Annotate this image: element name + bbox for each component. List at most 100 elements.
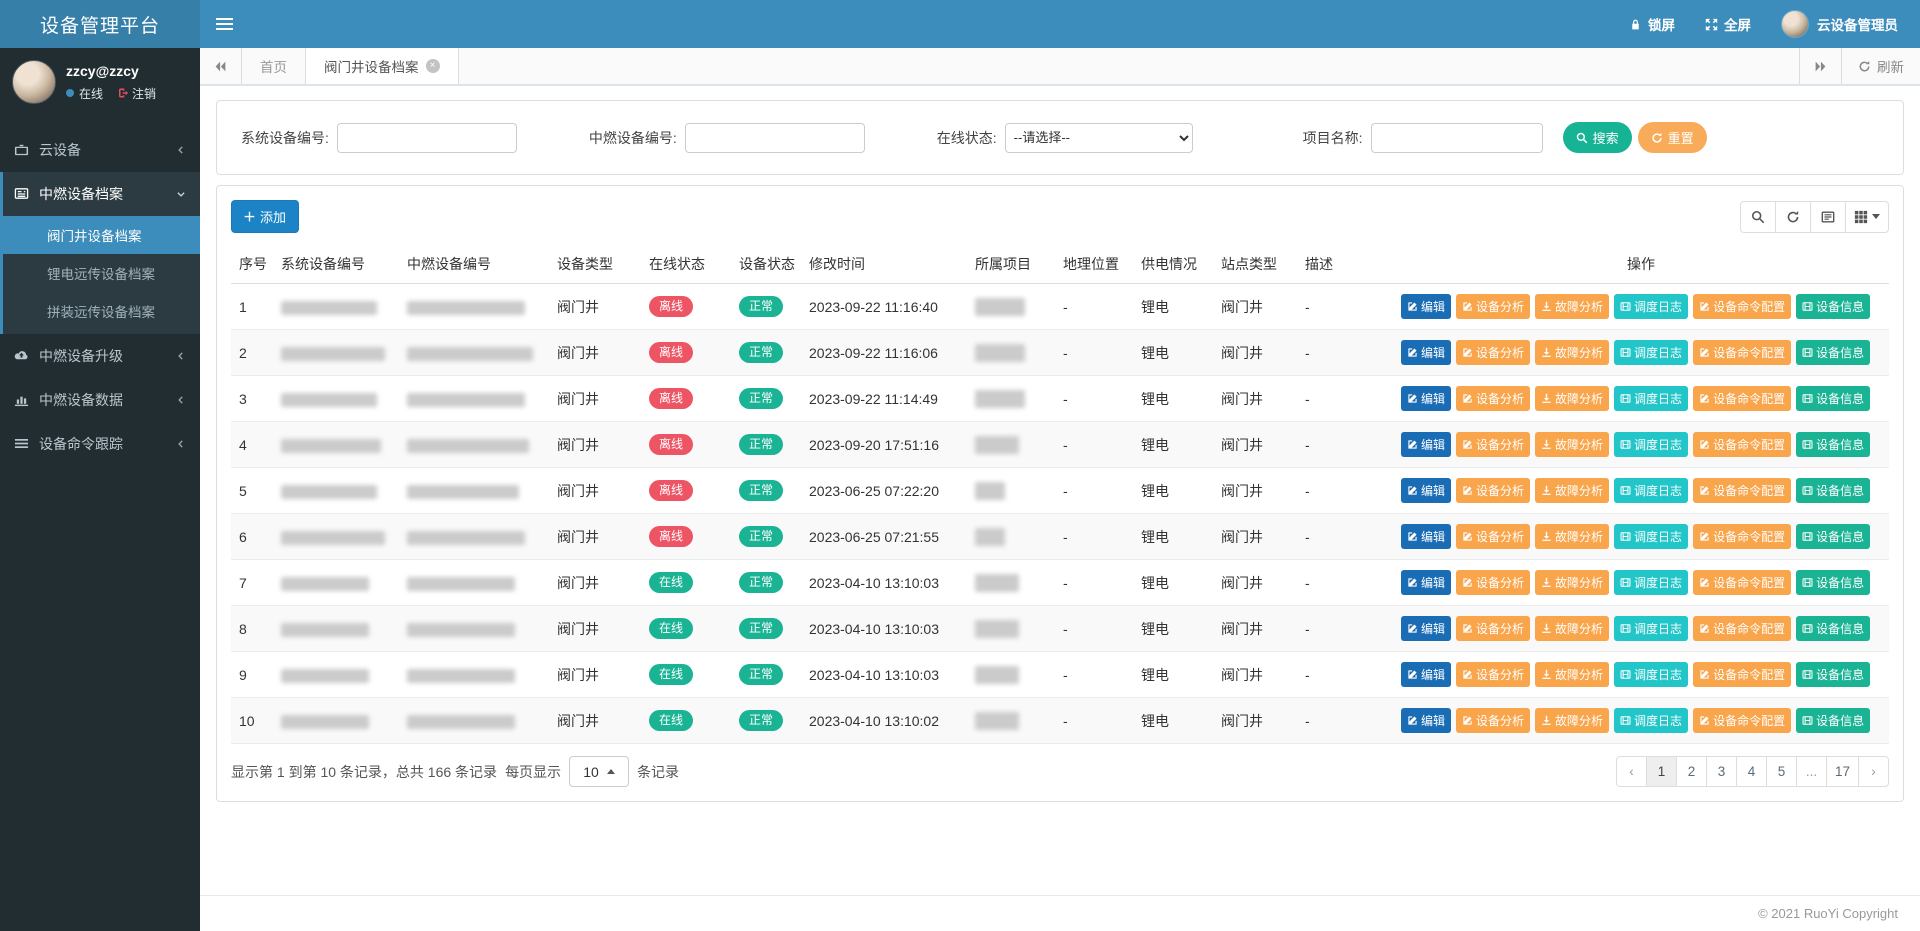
dispatch-log-button[interactable]: 调度日志 — [1614, 294, 1688, 319]
edit-button[interactable]: 编辑 — [1401, 570, 1451, 595]
dispatch-log-button[interactable]: 调度日志 — [1614, 524, 1688, 549]
tabs-scroll-left-button[interactable] — [200, 48, 242, 84]
online-status-select[interactable]: --请选择-- — [1005, 123, 1193, 153]
device-command-config-button[interactable]: 设备命令配置 — [1693, 662, 1791, 687]
edit-button[interactable]: 编辑 — [1401, 708, 1451, 733]
device-info-button[interactable]: 设备信息 — [1796, 616, 1870, 641]
lock-screen-button[interactable]: 锁屏 — [1629, 14, 1675, 34]
page-3[interactable]: 3 — [1706, 756, 1737, 787]
fault-analysis-button[interactable]: 故障分析 — [1535, 478, 1609, 503]
page-size-dropdown[interactable]: 10 — [569, 756, 629, 787]
device-analysis-button[interactable]: 设备分析 — [1456, 294, 1530, 319]
add-button[interactable]: 添加 — [231, 200, 299, 233]
search-button[interactable]: 搜索 — [1563, 122, 1632, 153]
table-search-toggle-button[interactable] — [1740, 201, 1776, 233]
table-detail-view-button[interactable] — [1810, 201, 1846, 233]
zr-device-id-input[interactable] — [685, 123, 865, 153]
device-command-config-button[interactable]: 设备命令配置 — [1693, 570, 1791, 595]
fault-analysis-button[interactable]: 故障分析 — [1535, 662, 1609, 687]
edit-button[interactable]: 编辑 — [1401, 386, 1451, 411]
tab-home[interactable]: 首页 — [242, 48, 306, 84]
edit-button[interactable]: 编辑 — [1401, 432, 1451, 457]
device-info-button[interactable]: 设备信息 — [1796, 386, 1870, 411]
device-command-config-button[interactable]: 设备命令配置 — [1693, 386, 1791, 411]
device-analysis-button[interactable]: 设备分析 — [1456, 662, 1530, 687]
device-analysis-button[interactable]: 设备分析 — [1456, 432, 1530, 457]
fault-analysis-button[interactable]: 故障分析 — [1535, 616, 1609, 641]
project-name-input[interactable] — [1371, 123, 1543, 153]
device-command-config-button[interactable]: 设备命令配置 — [1693, 432, 1791, 457]
dispatch-log-button[interactable]: 调度日志 — [1614, 708, 1688, 733]
device-analysis-button[interactable]: 设备分析 — [1456, 478, 1530, 503]
dispatch-log-button[interactable]: 调度日志 — [1614, 662, 1688, 687]
sidebar-item-device-command-trace[interactable]: 设备命令跟踪 — [0, 422, 200, 466]
navbar-user-menu[interactable]: 云设备管理员 — [1781, 10, 1898, 38]
dispatch-log-button[interactable]: 调度日志 — [1614, 570, 1688, 595]
device-analysis-button[interactable]: 设备分析 — [1456, 386, 1530, 411]
edit-button[interactable]: 编辑 — [1401, 662, 1451, 687]
device-command-config-button[interactable]: 设备命令配置 — [1693, 478, 1791, 503]
dispatch-log-button[interactable]: 调度日志 — [1614, 340, 1688, 365]
page-2[interactable]: 2 — [1676, 756, 1707, 787]
edit-button[interactable]: 编辑 — [1401, 478, 1451, 503]
table-refresh-button[interactable] — [1775, 201, 1811, 233]
tabs-scroll-right-button[interactable] — [1799, 48, 1841, 84]
dispatch-log-button[interactable]: 调度日志 — [1614, 478, 1688, 503]
page-4[interactable]: 4 — [1736, 756, 1767, 787]
page-next[interactable]: › — [1858, 756, 1889, 787]
page-5[interactable]: 5 — [1766, 756, 1797, 787]
device-info-button[interactable]: 设备信息 — [1796, 340, 1870, 365]
device-info-button[interactable]: 设备信息 — [1796, 708, 1870, 733]
sidebar-item-assembled-remote-archive[interactable]: 拼装远传设备档案 — [3, 292, 200, 330]
sidebar-item-device-data[interactable]: 中燃设备数据 — [0, 378, 200, 422]
tab-valve-well-archive[interactable]: 阀门井设备档案 × — [306, 48, 459, 84]
table-columns-button[interactable] — [1845, 201, 1889, 233]
device-info-button[interactable]: 设备信息 — [1796, 570, 1870, 595]
fault-analysis-button[interactable]: 故障分析 — [1535, 340, 1609, 365]
device-info-button[interactable]: 设备信息 — [1796, 478, 1870, 503]
logout-link[interactable]: 注销 — [116, 85, 156, 102]
sidebar-item-device-upgrade[interactable]: 中燃设备升级 — [0, 334, 200, 378]
fault-analysis-button[interactable]: 故障分析 — [1535, 386, 1609, 411]
sys-device-id-input[interactable] — [337, 123, 517, 153]
sidebar-item-cloud-device[interactable]: 云设备 — [0, 128, 200, 172]
tab-refresh-button[interactable]: 刷新 — [1841, 48, 1920, 84]
page-ellipsis[interactable]: ... — [1796, 756, 1827, 787]
fault-analysis-button[interactable]: 故障分析 — [1535, 432, 1609, 457]
page-17[interactable]: 17 — [1826, 756, 1859, 787]
device-command-config-button[interactable]: 设备命令配置 — [1693, 708, 1791, 733]
dispatch-log-button[interactable]: 调度日志 — [1614, 386, 1688, 411]
reset-button[interactable]: 重置 — [1638, 122, 1707, 153]
sidebar-item-device-archive[interactable]: 中燃设备档案 — [3, 172, 200, 216]
device-info-button[interactable]: 设备信息 — [1796, 294, 1870, 319]
page-1[interactable]: 1 — [1646, 756, 1677, 787]
device-command-config-button[interactable]: 设备命令配置 — [1693, 524, 1791, 549]
device-analysis-button[interactable]: 设备分析 — [1456, 524, 1530, 549]
device-command-config-button[interactable]: 设备命令配置 — [1693, 340, 1791, 365]
sidebar-toggle-button[interactable] — [200, 0, 248, 48]
device-command-config-button[interactable]: 设备命令配置 — [1693, 294, 1791, 319]
sidebar-item-lithium-remote-archive[interactable]: 锂电远传设备档案 — [3, 254, 200, 292]
device-command-config-button[interactable]: 设备命令配置 — [1693, 616, 1791, 641]
fault-analysis-button[interactable]: 故障分析 — [1535, 524, 1609, 549]
device-info-button[interactable]: 设备信息 — [1796, 432, 1870, 457]
device-analysis-button[interactable]: 设备分析 — [1456, 340, 1530, 365]
page-prev[interactable]: ‹ — [1616, 756, 1647, 787]
dispatch-log-button[interactable]: 调度日志 — [1614, 616, 1688, 641]
tab-close-icon[interactable]: × — [426, 59, 440, 73]
edit-button[interactable]: 编辑 — [1401, 616, 1451, 641]
fault-analysis-button[interactable]: 故障分析 — [1535, 708, 1609, 733]
edit-button[interactable]: 编辑 — [1401, 524, 1451, 549]
device-analysis-button[interactable]: 设备分析 — [1456, 570, 1530, 595]
sidebar-item-valve-well-archive[interactable]: 阀门井设备档案 — [3, 216, 200, 254]
device-analysis-button[interactable]: 设备分析 — [1456, 616, 1530, 641]
dispatch-log-button[interactable]: 调度日志 — [1614, 432, 1688, 457]
device-info-button[interactable]: 设备信息 — [1796, 662, 1870, 687]
fault-analysis-button[interactable]: 故障分析 — [1535, 570, 1609, 595]
fault-analysis-button[interactable]: 故障分析 — [1535, 294, 1609, 319]
edit-button[interactable]: 编辑 — [1401, 340, 1451, 365]
fullscreen-button[interactable]: 全屏 — [1705, 14, 1751, 34]
edit-button[interactable]: 编辑 — [1401, 294, 1451, 319]
device-analysis-button[interactable]: 设备分析 — [1456, 708, 1530, 733]
device-info-button[interactable]: 设备信息 — [1796, 524, 1870, 549]
